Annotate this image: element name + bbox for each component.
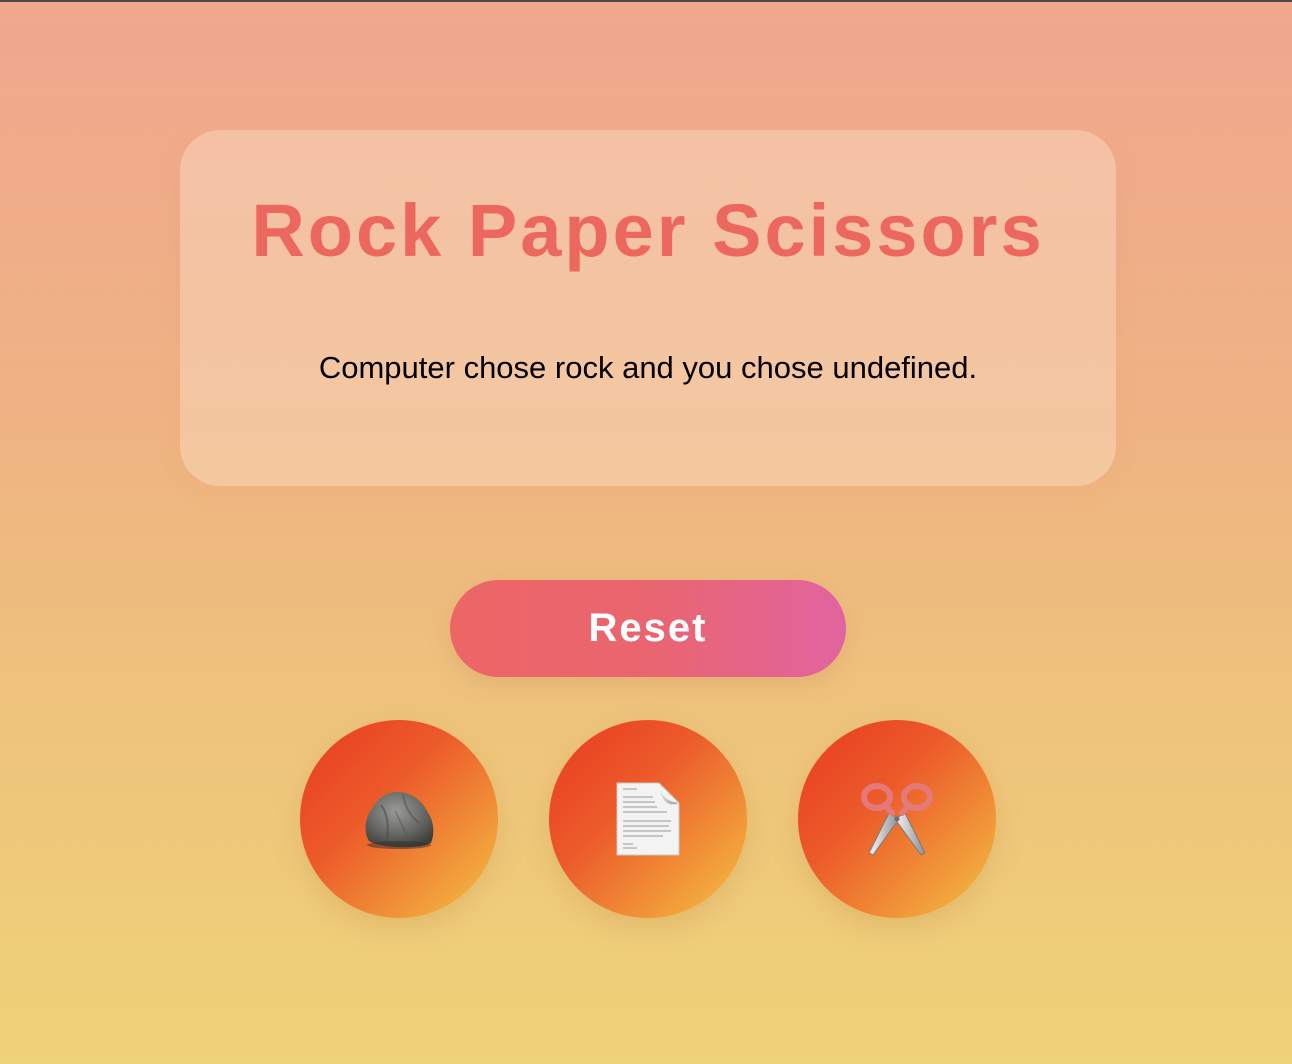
rock-button[interactable] bbox=[300, 720, 498, 918]
reset-button[interactable]: Reset bbox=[450, 580, 846, 677]
paper-button[interactable] bbox=[549, 720, 747, 918]
scissors-icon bbox=[861, 783, 933, 856]
game-card bbox=[180, 130, 1116, 486]
result-text: Computer chose rock and you chose undefi… bbox=[318, 350, 978, 385]
page-title: Rock Paper Scissors bbox=[251, 189, 1045, 272]
rock-icon bbox=[365, 791, 434, 849]
scissors-button[interactable] bbox=[798, 720, 996, 918]
paper-icon bbox=[616, 782, 680, 856]
window-top-border bbox=[0, 0, 1292, 2]
